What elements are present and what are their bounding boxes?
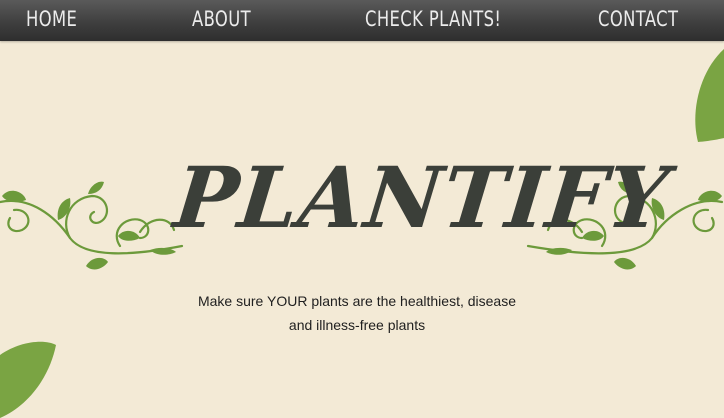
top-navbar: HOME ABOUT CHECK PLANTS! CONTACT (0, 0, 724, 41)
tagline-line-2: and illness-free plants (288, 317, 426, 333)
nav-about-link[interactable]: ABOUT (192, 7, 251, 31)
nav-contact-link[interactable]: CONTACT (598, 7, 678, 31)
plantify-logo-title: PLANTIFY (169, 148, 674, 247)
tagline-line-1: Make sure YOUR plants are the healthiest… (197, 293, 517, 309)
hero-tagline: Make sure YOUR plants are the healthiest… (150, 289, 564, 337)
top-right-leaf-icon (695, 49, 724, 142)
left-vine-ornament-icon (0, 181, 184, 270)
nav-home-link[interactable]: HOME (26, 7, 77, 31)
bottom-left-leaf-icon (0, 341, 56, 418)
nav-check-plants-link[interactable]: CHECK PLANTS! (365, 7, 501, 31)
